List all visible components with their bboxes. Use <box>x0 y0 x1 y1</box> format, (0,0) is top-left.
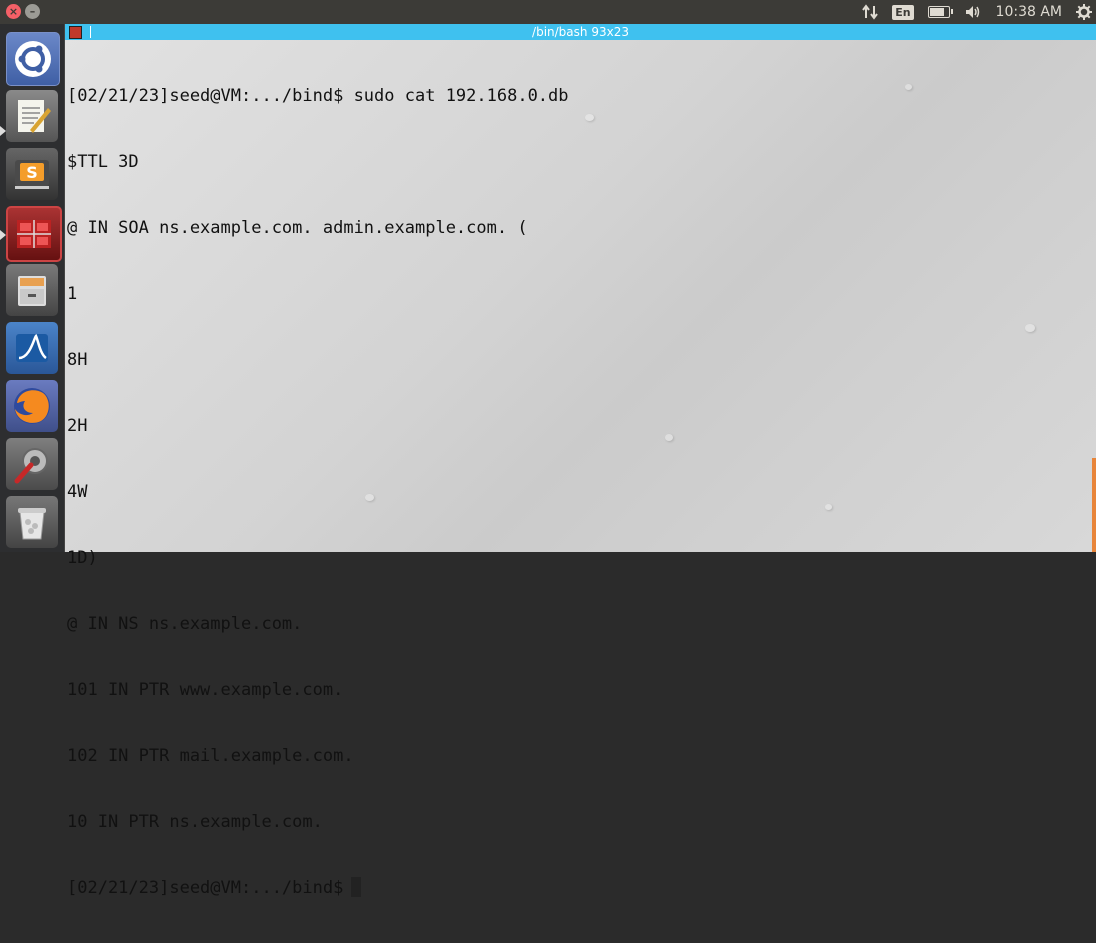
terminal-icon <box>17 220 51 248</box>
terminal-line: [02/21/23]seed@VM:.../bind$ sudo cat 192… <box>67 86 569 106</box>
launcher-item-files[interactable] <box>6 264 58 316</box>
terminal-line: 102 IN PTR mail.example.com. <box>67 746 354 766</box>
terminal-titlebar[interactable]: /bin/bash 93x23 <box>65 24 1096 40</box>
launcher-item-firefox[interactable] <box>6 380 58 432</box>
terminal-line: 1 <box>67 284 78 304</box>
launcher-item-trash[interactable] <box>6 496 58 548</box>
terminal-line: @ IN NS ns.example.com. <box>67 614 303 634</box>
top-panel: × – En 10:38 AM <box>0 0 1096 24</box>
speaker-icon[interactable] <box>964 4 982 20</box>
close-button[interactable]: × <box>6 4 21 19</box>
terminal-line: @ IN SOA ns.example.com. admin.example.c… <box>67 218 528 238</box>
launcher: S <box>0 24 65 552</box>
tools-icon <box>14 448 48 484</box>
terminal-line: 101 IN PTR www.example.com. <box>67 680 344 700</box>
wireshark-fin-icon <box>16 333 48 362</box>
launcher-item-system-settings[interactable] <box>6 438 58 490</box>
titlebar-divider <box>90 26 91 38</box>
firefox-icon <box>14 388 50 424</box>
window-controls: × – <box>6 4 40 19</box>
terminal-line: 1D) <box>67 548 98 568</box>
trash-icon <box>18 508 46 540</box>
launcher-item-terminal[interactable] <box>6 206 62 262</box>
scrollbar-accent[interactable] <box>1092 458 1096 552</box>
keyboard-language-indicator[interactable]: En <box>892 4 914 20</box>
indicator-area: En 10:38 AM <box>862 0 1092 24</box>
updown-arrows-icon[interactable] <box>862 4 878 20</box>
ubuntu-logo-icon <box>15 41 51 77</box>
terminal-prompt-line[interactable]: [02/21/23]seed@VM:.../bind$ <box>67 877 1096 899</box>
text-cursor <box>351 877 362 897</box>
file-cabinet-icon <box>18 276 46 306</box>
terminal-line: 2H <box>67 416 88 436</box>
launcher-item-text-editor[interactable] <box>6 90 58 142</box>
terminal-output[interactable]: [02/21/23]seed@VM:.../bind$ sudo cat 192… <box>67 41 1096 898</box>
svg-text:S: S <box>26 163 38 182</box>
terminal-line: 8H <box>67 350 88 370</box>
terminal-line: 4W <box>67 482 88 502</box>
gear-icon[interactable] <box>1076 4 1092 20</box>
terminal-window[interactable]: /bin/bash 93x23 [02/21/23]seed@VM:.../bi… <box>65 24 1096 898</box>
text-editor-icon <box>18 100 51 133</box>
terminal-prompt: [02/21/23]seed@VM:.../bind$ <box>67 878 344 898</box>
terminal-line: 10 IN PTR ns.example.com. <box>67 812 323 832</box>
launcher-item-ubuntu-dash[interactable] <box>6 32 60 86</box>
launcher-item-wireshark[interactable] <box>6 322 58 374</box>
minimize-button[interactable]: – <box>25 4 40 19</box>
clock[interactable]: 10:38 AM <box>996 4 1062 20</box>
terminal-menu-icon[interactable] <box>69 26 82 39</box>
launcher-item-sublime-text[interactable]: S <box>6 148 58 200</box>
terminal-title: /bin/bash 93x23 <box>532 25 629 39</box>
terminal-line: $TTL 3D <box>67 152 139 172</box>
sublime-icon: S <box>15 160 49 189</box>
battery-icon[interactable] <box>927 6 953 18</box>
